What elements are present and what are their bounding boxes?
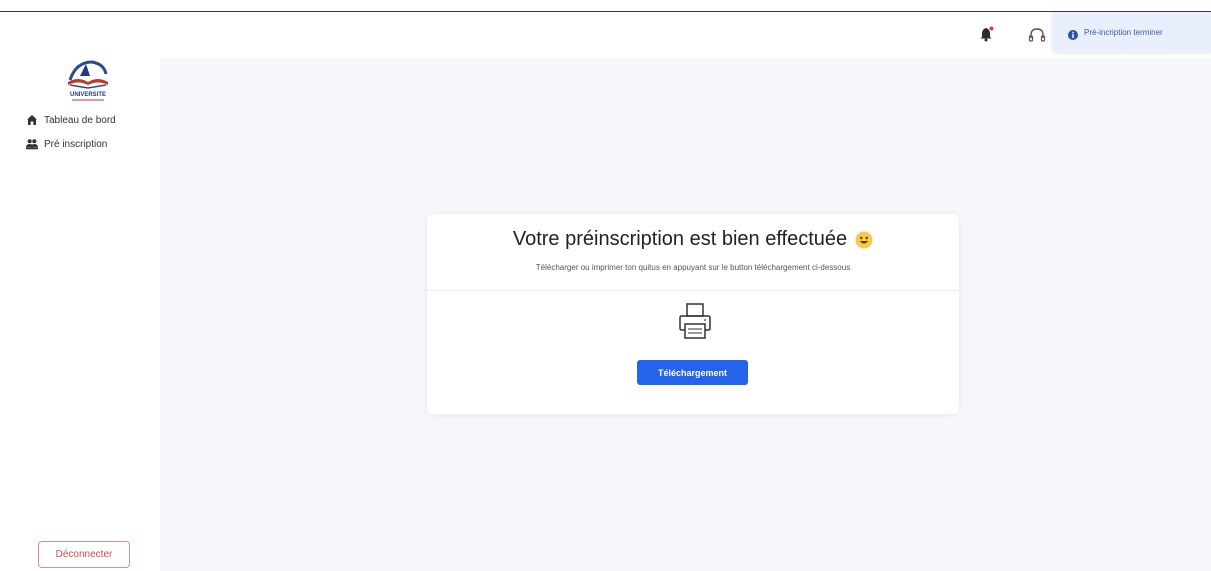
users-icon <box>26 138 38 150</box>
sidebar-item-label: Tableau de bord <box>44 114 116 126</box>
card-title: Votre préinscription est bien effectuée <box>512 228 848 250</box>
notification-badge <box>989 26 994 31</box>
university-logo[interactable]: UNIVERSITE <box>56 52 120 104</box>
headset-icon[interactable] <box>1028 26 1046 44</box>
confirmation-card: Votre préinscription est bien effectuée … <box>427 214 959 414</box>
toast-message: Pré-incription terminer <box>1084 27 1163 37</box>
logout-button[interactable]: Déconnecter <box>38 541 130 568</box>
sidebar-item-label: Pré inscription <box>44 138 108 150</box>
smiley-icon <box>855 231 873 249</box>
sidebar-item-preinscription[interactable]: Pré inscription <box>26 136 107 152</box>
sidebar: UNIVERSITE Tableau de bord Pré inscripti… <box>0 12 160 571</box>
info-icon <box>1068 27 1078 40</box>
card-divider <box>427 290 959 291</box>
top-border <box>0 11 1211 12</box>
download-button[interactable]: Téléchargement <box>637 360 748 385</box>
printer-icon <box>678 302 712 342</box>
sidebar-item-dashboard[interactable]: Tableau de bord <box>26 112 116 128</box>
home-icon <box>26 114 38 126</box>
card-subtitle: Télécharger ou imprimer ton quitus en ap… <box>535 263 851 272</box>
bell-icon[interactable] <box>980 26 994 42</box>
toast-notification[interactable]: Pré-incription terminer <box>1052 12 1211 52</box>
card-title-row: Votre préinscription est bien effectuée <box>427 228 959 251</box>
logo-text: UNIVERSITE <box>70 92 106 98</box>
